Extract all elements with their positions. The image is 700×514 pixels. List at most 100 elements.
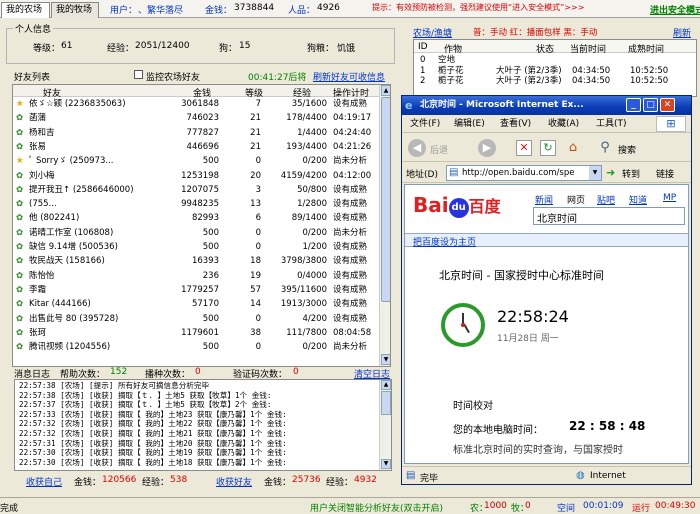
log-scrollbar[interactable]: ▲ ▼ [379,380,391,470]
col-id[interactable]: ID [418,42,428,52]
dogfood-label: 狗粮： [307,44,335,54]
friend-row[interactable]: ✿ 缺信 9.14增 (500536) 500 0 1/200 设有成熟 [13,241,379,254]
market-link[interactable]: 农场/渔塘 [413,26,452,39]
maximize-icon[interactable]: □ [643,98,658,112]
leaf-icon: ✿ [16,170,24,181]
monitor-checkbox[interactable] [134,70,143,79]
market-header: ID 作物 状态 当前时间 成熟时间 [414,40,696,55]
friend-row[interactable]: ✿ Kitar (444166) 57170 14 1913/3000 设有成熟 [13,298,379,311]
friend-exp: 35/1600 [291,99,327,109]
nav-zhidao[interactable]: 知道 [629,193,647,206]
nav-news[interactable]: 新闻 [535,193,553,206]
market-row[interactable]: 2 栀子花 大叶子 (第2/3季) 04:34:50 10:52:50 [414,75,696,88]
friend-row[interactable]: ✿ 张珂 1179601 38 111/7800 08:04:58 [13,327,379,340]
ie-title-bar[interactable]: e 北京时间 - Microsoft Internet Ex... _ □ ✕ [402,96,691,115]
back-arrow-icon[interactable]: ◀ [408,139,426,157]
nav-tieba[interactable]: 贴吧 [597,193,615,206]
friend-row[interactable]: ✿ 菡蒲 746023 21 178/4400 04:19:17 [13,112,379,125]
harvest-self-link[interactable]: 收获自己 [26,475,62,488]
back-label[interactable]: 后退 [430,143,448,156]
market-table: ID 作物 状态 当前时间 成熟时间 0 空地 1 栀子花 大叶子 (第2/3季) 04:… [413,39,697,97]
set-home-link[interactable]: 把百度设为主页 [413,235,476,248]
friend-row[interactable]: ✿ (755... 9948235 13 1/2800 设有成熟 [13,198,379,211]
friend-row[interactable]: ✿ 提开我丑↑ (2586646000) 1207075 3 50/800 设有成熟 [13,184,379,197]
search-icon[interactable]: ⚲ [596,139,614,157]
tab-my-farm[interactable]: 我的农场 [1,2,50,18]
menu-favorites[interactable]: 收藏(A) [548,115,579,133]
log-scroll-up-icon[interactable]: ▲ [381,380,391,390]
friend-status: 设有成熟 [333,284,368,295]
friends-gold-label: 金钱： [264,478,292,488]
safety-notice: 提示：有效预防被检测，强烈建议使用“进入安全模式”>>> [372,3,585,12]
clock-icon [441,303,485,347]
search-label[interactable]: 搜索 [618,143,636,156]
user-name: 、繁华落尽 [138,6,184,16]
log-line: 22:57:38 [农场] [收获] 摘取【ｔ. 】土地5 获取【牧草】1个 金… [19,390,272,400]
friend-level: 0 [255,156,261,167]
refresh-friends-link[interactable]: 刷新好友可收信息 [313,70,385,83]
scroll-thumb[interactable] [381,97,390,302]
forward-arrow-icon[interactable]: ▶ [478,139,496,157]
friend-name: 缺信 9.14增 (500536) [29,242,118,252]
friend-gold: 3061848 [181,99,219,109]
farm-count: 1000 [484,501,507,511]
friend-name: 张珂 [29,327,47,338]
friend-status: 设有成熟 [333,270,368,281]
friend-name: 他 (802241) [29,213,80,224]
home-icon[interactable]: ⌂ [564,139,582,157]
market-crop: 栀子花 [438,76,464,86]
friend-row[interactable]: ★ 依ゞ☆颖 (2236835063) 3061848 7 35/1600 设有成熟 [13,98,379,111]
nav-web[interactable]: 网页 [567,193,585,206]
status-center[interactable]: 用户关闭智能分析好友(双击开启) [310,501,443,514]
scroll-up-arrow-icon[interactable]: ▲ [381,85,390,96]
friend-row[interactable]: ✿ 李霜 1779257 57 395/11600 设有成熟 [13,284,379,297]
baidu-search-input[interactable]: 北京时间 [533,207,685,225]
minimize-icon[interactable]: _ [626,98,641,112]
friend-row[interactable]: ✿ 诺晴工作室 (106808) 500 0 0/200 尚未分析 [13,227,379,240]
friends-scrollbar[interactable]: ▲ ▼ [379,85,390,366]
friend-exp: 1/4400 [297,127,327,138]
menu-file[interactable]: 文件(F) [410,115,440,133]
nav-mp3[interactable]: MP [663,193,676,203]
friend-level: 6 [255,213,261,224]
refresh-icon[interactable]: ↻ [540,140,556,156]
friend-row[interactable]: ✿ 他 (802241) 82993 6 89/1400 设有成熟 [13,212,379,225]
friend-row[interactable]: ✿ 杨和吉 777827 21 1/4400 04:24:40 [13,127,379,140]
market-refresh-link[interactable]: 刷新 [673,26,691,39]
friend-row[interactable]: ★ ﾟ Sorryゞ (250973... 500 0 0/200 尚未分析 [13,155,379,168]
address-dropdown-icon[interactable]: ▼ [589,166,601,180]
tab-my-ranch[interactable]: 我的牧场 [51,2,99,18]
safe-mode-link[interactable]: 进出安全模式 [650,3,700,16]
friend-exp: 4/200 [302,313,328,324]
go-arrow-icon[interactable]: ➜ [606,166,615,179]
friend-row[interactable]: ✿ 刘小梅 1253198 20 4159/4200 04:12:00 [13,170,379,183]
ie-status-bar: ▤ 完毕 ◍ Internet [402,466,691,484]
friend-gold: 500 [202,313,219,324]
friend-row[interactable]: ✿ 陈怡怡 236 19 0/4000 设有成熟 [13,270,379,283]
go-label[interactable]: 转到 [622,167,640,180]
friend-row[interactable]: ✿ 张易 446696 21 193/4400 04:21:26 [13,141,379,154]
scroll-down-arrow-icon[interactable]: ▼ [381,354,390,365]
menu-view[interactable]: 查看(V) [500,115,531,133]
leaf-icon: ✿ [16,327,24,338]
address-field[interactable]: ▤ http://open.baidu.com/spe ▼ [446,165,602,181]
menu-tools[interactable]: 工具(T) [596,115,627,133]
friend-name: 出售此号 80 (395728) [29,313,119,324]
friend-row[interactable]: ✿ 腾讯视频 (1204556) 500 0 0/200 尚未分析 [13,341,379,354]
friend-name: 提开我丑↑ (2586646000) [29,184,134,195]
close-icon[interactable]: ✕ [660,98,675,112]
log-line: 22:57:30 [农场] [收获] 摘取【 我的】土地19 获取【康乃馨】1个… [19,448,287,458]
ie-zone: Internet [590,471,626,481]
ie-menu-bar: 文件(F) 编辑(E) 查看(V) 收藏(A) 工具(T) ⊞ [402,115,691,133]
stop-icon[interactable]: ✕ [516,140,532,156]
log-scroll-thumb[interactable] [381,391,391,415]
log-scroll-down-icon[interactable]: ▼ [381,459,391,469]
harvest-friends-link[interactable]: 收获好友 [216,475,252,488]
baidu-logo[interactable]: Bai du 百度 [413,193,501,219]
links-label[interactable]: 链接 [656,167,674,180]
friend-status: 04:19:17 [333,113,372,124]
menu-edit[interactable]: 编辑(E) [454,115,485,133]
friend-row[interactable]: ✿ 牧民战天 (158166) 16393 18 3798/3800 设有成熟 [13,255,379,268]
friend-row[interactable]: ✿ 出售此号 80 (395728) 500 0 4/200 设有成熟 [13,313,379,326]
right-panel: 农场/渔塘 普：手动 红：播面包样 黑：手动 刷新 ID 作物 状态 当前时间 … [401,19,700,97]
